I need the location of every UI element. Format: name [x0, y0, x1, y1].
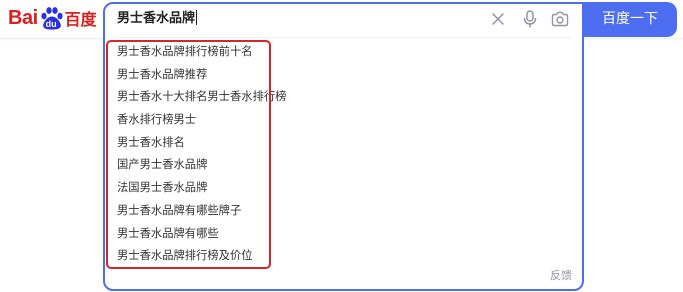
feedback-link[interactable]: 反馈	[550, 269, 572, 283]
suggestion-item[interactable]: 法国男士香水品牌	[117, 177, 286, 200]
microphone-icon[interactable]	[520, 9, 540, 29]
suggestion-item[interactable]: 男士香水品牌有哪些牌子	[117, 200, 286, 223]
logo-text-du: du	[45, 19, 57, 29]
camera-icon[interactable]	[550, 9, 570, 29]
baidu-logo[interactable]: Bai du 百度	[8, 5, 97, 31]
suggestion-item[interactable]: 国产男士香水品牌	[117, 154, 286, 177]
suggestion-item[interactable]: 男士香水品牌排行榜前十名	[117, 41, 286, 64]
divider	[115, 37, 572, 38]
paw-icon: du	[40, 6, 64, 30]
search-query-text: 男士香水品牌	[117, 11, 196, 26]
suggestion-item[interactable]: 男士香水品牌推荐	[117, 64, 286, 87]
suggestion-item[interactable]: 男士香水品牌排行榜及价位	[117, 245, 286, 268]
logo-text-bai: Bai	[8, 6, 38, 29]
suggestion-list: 男士香水品牌排行榜前十名 男士香水品牌推荐 男士香水十大排名男士香水排行榜 香水…	[117, 41, 286, 268]
search-input[interactable]: 男士香水品牌	[117, 10, 198, 27]
search-button[interactable]: 百度一下	[583, 2, 677, 37]
suggestion-item[interactable]: 男士香水排名	[117, 132, 286, 155]
suggestion-item[interactable]: 香水排行榜男士	[117, 109, 286, 132]
close-icon[interactable]	[488, 9, 508, 29]
text-cursor	[196, 10, 198, 25]
logo-text-cn: 百度	[64, 10, 97, 29]
suggestion-item[interactable]: 男士香水十大排名男士香水排行榜	[117, 86, 286, 109]
suggestion-item[interactable]: 男士香水品牌有哪些	[117, 223, 286, 246]
